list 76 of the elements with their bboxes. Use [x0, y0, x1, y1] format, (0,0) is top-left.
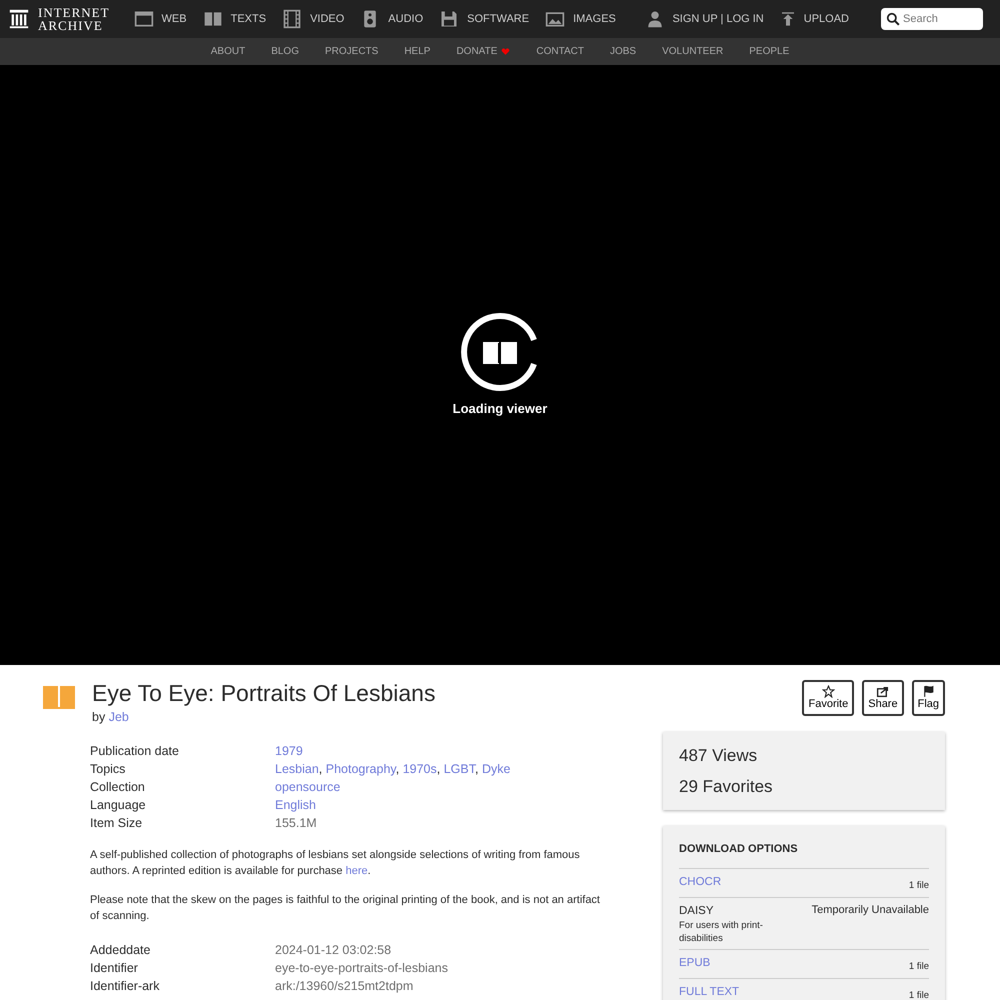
logo[interactable]: INTERNET ARCHIVE [38, 6, 110, 32]
separator: , [396, 762, 400, 776]
metadata-label: Publication date [90, 742, 180, 760]
temple-icon [8, 7, 30, 31]
metadata-value: 155.1M [275, 816, 317, 830]
file-count: 1 file [908, 960, 929, 974]
flag-icon [922, 685, 935, 698]
metadata-label: Language [90, 796, 147, 814]
metadata-link[interactable]: 1979 [275, 744, 303, 758]
action-button[interactable]: Flag [912, 680, 945, 716]
top-nav-link[interactable]: VOLUNTEER [649, 42, 736, 60]
film-strip-icon [282, 9, 302, 29]
person-icon [646, 9, 664, 29]
item-title: Eye To Eye: Portraits Of Lesbians [92, 680, 436, 708]
metadata-label: Identifier [90, 960, 139, 978]
metadata-label: Collection [90, 778, 146, 796]
metadata-link[interactable]: opensource [275, 780, 340, 794]
stat-count: 487 Views [679, 745, 758, 768]
metadata-link[interactable]: English [275, 798, 316, 812]
metadata-link[interactable]: 1970s [402, 762, 437, 776]
search-field[interactable]: Search [881, 8, 983, 30]
action-button[interactable]: Favorite [802, 680, 854, 716]
description-paragraph: A self-published collection of photographs of lesbians set alongside selections of writing from famous authors. A reprinted edition is available for purchase here. [90, 848, 581, 879]
format-name: DAISY [679, 905, 714, 918]
action-button[interactable]: Share [862, 680, 904, 716]
metadata-value: 2024-01-12 03:02:58 [275, 942, 392, 960]
author-link[interactable]: Jeb [108, 710, 129, 724]
top-nav-link[interactable]: HELP [391, 42, 444, 60]
metadata-value: eye-to-eye-portraits-of-lesbians [275, 960, 448, 978]
logo-line: INTERNET [38, 6, 110, 19]
metadata-label: Identifier-ark [90, 978, 160, 996]
byline: by Jeb [92, 708, 130, 726]
metadata-link[interactable]: Photography [326, 762, 396, 776]
media-nav-link[interactable]: VIDEO [282, 9, 344, 29]
file-count: 1 file [908, 879, 929, 894]
upload-link[interactable]: UPLOAD [780, 9, 849, 29]
metadata-link[interactable]: Dyke [482, 762, 510, 776]
top-nav-link[interactable]: JOBS [596, 42, 650, 60]
top-nav-link[interactable]: PEOPLE [736, 42, 802, 60]
metadata-label: Addeddate [90, 942, 152, 960]
metadata-label: Item Size [90, 814, 144, 832]
top-nav-link[interactable]: CONTACT [523, 42, 597, 60]
separator: , [318, 762, 322, 776]
top-nav-link[interactable]: BLOG [258, 42, 312, 60]
top-nav-link[interactable]: ABOUT [198, 42, 258, 60]
file-count: 1 file [908, 988, 929, 1000]
separator: , [475, 762, 478, 776]
sign-up-link[interactable]: SIGN UP | LOG IN [646, 9, 764, 29]
metadata-label: Topics [90, 760, 126, 778]
purchase-link[interactable]: here [346, 864, 368, 877]
logo-line: ARCHIVE [38, 19, 104, 32]
separator: , [436, 762, 440, 776]
heart-icon [501, 47, 510, 56]
file-count: Temporarily Unavailable [812, 903, 929, 918]
download-heading: DOWNLOAD OPTIONS [679, 842, 799, 858]
top-nav-link[interactable]: PROJECTS [312, 42, 392, 60]
metadata-link[interactable]: LGBT [444, 762, 475, 776]
download-link[interactable]: FULL TEXT [679, 986, 740, 998]
loading-status: Loading viewer [452, 400, 548, 418]
star-icon [822, 685, 835, 698]
media-nav-link[interactable]: AUDIO [360, 9, 424, 29]
media-nav-link[interactable]: TEXTS [202, 9, 266, 29]
media-nav-link[interactable]: SOFTWARE [439, 9, 530, 29]
share-icon [876, 685, 890, 698]
browser-window-icon [134, 9, 154, 29]
media-nav-link[interactable]: IMAGES [545, 9, 616, 29]
metadata-value: ark:/13960/s215mt2tdpm [275, 978, 414, 996]
metadata-link[interactable]: Lesbian [275, 762, 319, 776]
stat-count: 29 Favorites [679, 776, 774, 798]
format-note: For users with print-disabilities [679, 919, 764, 946]
description-paragraph: Please note that the skew on the pages is faithful to the original printing of the book, and is not an artifact of scanning. [90, 893, 601, 924]
top-nav-link[interactable]: DONATE [443, 42, 524, 60]
download-link[interactable]: CHOCR [679, 876, 722, 888]
media-nav-link[interactable]: WEB [134, 9, 187, 29]
book-icon [42, 684, 76, 710]
download-link[interactable]: EPUB [679, 956, 710, 969]
